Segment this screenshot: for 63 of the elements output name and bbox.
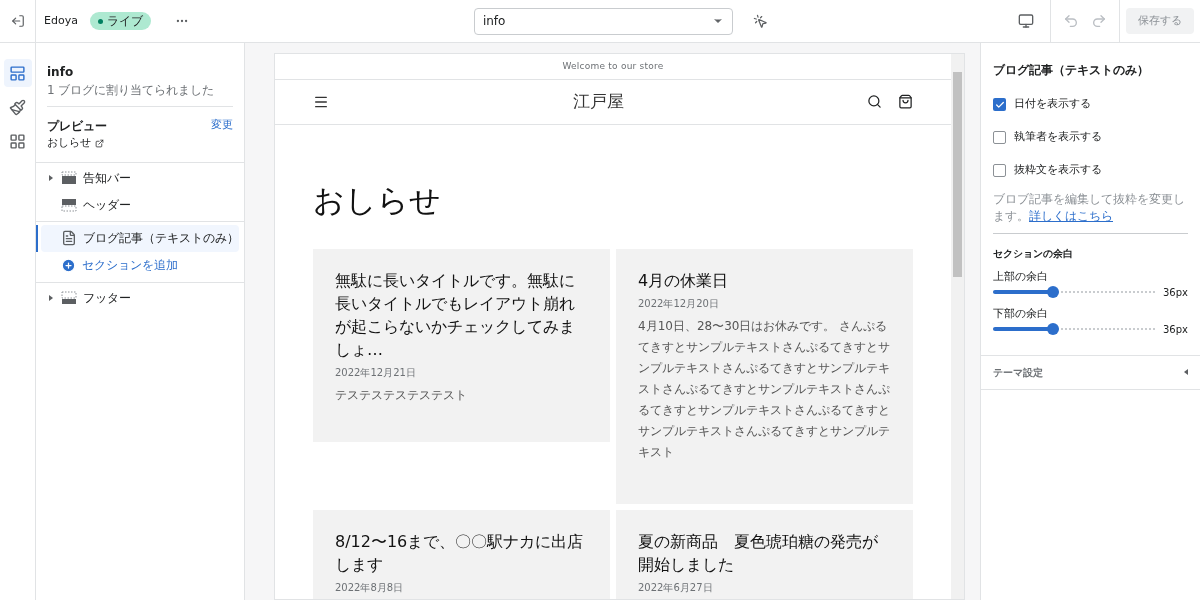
section-item[interactable]: 告知バー xyxy=(41,164,236,192)
article-excerpt: 4月10日、28〜30日はお休みです。 さんぷるてきすとサンプルテキストさんぷるてきすとサンプルテキストさんぷるてきすとサンプルテキストさんぷるてきすとサンプルテキストさんぷるてきすとサンプルテキストさんぷるてきすとサンプルテキストさんぷるてきすとサンプルテキスト xyxy=(638,318,891,461)
slider-value: 36px xyxy=(1163,322,1188,337)
slider-label: 下部の余白 xyxy=(993,305,1049,321)
checkbox-label: 抜粋文を表示する xyxy=(1014,162,1102,179)
article-card[interactable]: 4月の休業日 2022年12月20日 4月10日、28〜30日はお休みです。 さんぷるてきすとサンプルテキストさんぷるてきすとサンプルテキストさんぷるてきすとサンプルテキストさんぷるてきすとサンプルテキストさんぷるてきすとサンプルテキストさんぷるてきすとサンプルテキストさんぷるてきすとサンプルテキスト xyxy=(616,249,913,504)
article-date: 2022年12月21日 xyxy=(335,366,417,380)
external-link-icon[interactable] xyxy=(95,138,104,148)
exit-icon[interactable] xyxy=(10,14,25,28)
template-subtitle: 1 ブログに割り当てられました xyxy=(47,82,216,99)
preview-label: プレビュー xyxy=(47,118,107,135)
article-card[interactable]: 8/12〜16まで、〇〇駅ナカに出店します 2022年8月8日 xyxy=(313,510,610,599)
add-icon xyxy=(61,257,76,273)
scrollbar[interactable] xyxy=(951,54,964,599)
theme-settings-row[interactable]: テーマ設定 xyxy=(981,355,1200,390)
section-item[interactable]: ヘッダー xyxy=(41,191,236,219)
expand-caret-icon[interactable] xyxy=(49,175,53,181)
article-date: 2022年8月8日 xyxy=(335,581,405,595)
checkbox[interactable] xyxy=(993,98,1006,111)
section-item[interactable]: ブログ記事（テキストのみ） xyxy=(41,224,239,252)
slider-label: 上部の余白 xyxy=(993,269,1049,284)
article-excerpt: テステステステステスト xyxy=(335,387,468,404)
page-title: おしらせ xyxy=(313,180,442,220)
checkbox-label: 執筆者を表示する xyxy=(1014,129,1102,146)
section-item[interactable]: フッター xyxy=(41,284,236,312)
layout-block-icon xyxy=(61,171,77,185)
preview-page-name: おしらせ xyxy=(47,135,91,151)
slider-value: 36px xyxy=(1163,285,1188,300)
status-badge: ライブ xyxy=(89,12,151,30)
cart-icon[interactable] xyxy=(898,94,913,110)
checkbox-label: 日付を表示する xyxy=(1014,96,1091,113)
article-title[interactable]: 4月の休業日 xyxy=(638,269,891,292)
inspector-icon[interactable] xyxy=(752,13,768,29)
article-date: 2022年6月27日 xyxy=(638,581,714,595)
padding-heading: セクションの余白 xyxy=(993,247,1074,261)
slider-track[interactable] xyxy=(993,286,1155,299)
change-link[interactable]: 変更 xyxy=(211,117,233,135)
store-name: Edoya xyxy=(44,12,78,29)
expand-caret-icon[interactable] xyxy=(49,295,53,301)
settings-title: ブログ記事（テキストのみ） xyxy=(993,62,1150,79)
template-select[interactable]: info xyxy=(473,7,733,35)
slider-track[interactable] xyxy=(993,323,1155,335)
article-card[interactable]: 無駄に長いタイトルです。無駄に長いタイトルでもレイアウト崩れが起こらないかチェックしてみましょ… 2022年12月21日 テステステステステスト xyxy=(313,249,610,442)
article-title[interactable]: 夏の新商品 夏色琥珀糖の発売が開始しました xyxy=(638,530,891,576)
layout-block-icon xyxy=(61,291,77,305)
help-text: ブロブ記事を編集して抜粋を変更します。詳しくはこちら xyxy=(993,191,1186,225)
layout-block-icon xyxy=(61,198,77,212)
checkbox[interactable] xyxy=(993,131,1006,144)
sections-icon[interactable] xyxy=(3,59,32,87)
store-logo[interactable]: 江戸屋 xyxy=(329,89,867,115)
collapse-caret-icon[interactable] xyxy=(1184,369,1188,375)
article-title[interactable]: 8/12〜16まで、〇〇駅ナカに出店します xyxy=(335,530,588,576)
section-item[interactable]: セクションを追加 xyxy=(41,251,236,279)
search-icon[interactable] xyxy=(867,94,882,110)
template-title: info xyxy=(47,64,75,81)
checkbox[interactable] xyxy=(993,164,1006,177)
article-date: 2022年12月20日 xyxy=(638,297,720,311)
article-card[interactable]: 夏の新商品 夏色琥珀糖の発売が開始しました 2022年6月27日 xyxy=(616,510,913,599)
learn-more-link[interactable]: 詳しくはこちら xyxy=(1029,209,1113,223)
desktop-icon[interactable] xyxy=(1018,13,1034,29)
document-icon xyxy=(61,230,77,246)
article-title[interactable]: 無駄に長いタイトルです。無駄に長いタイトルでもレイアウト崩れが起こらないかチェックしてみましょ… xyxy=(335,269,588,361)
announcement-bar: Welcome to our store xyxy=(275,54,951,81)
